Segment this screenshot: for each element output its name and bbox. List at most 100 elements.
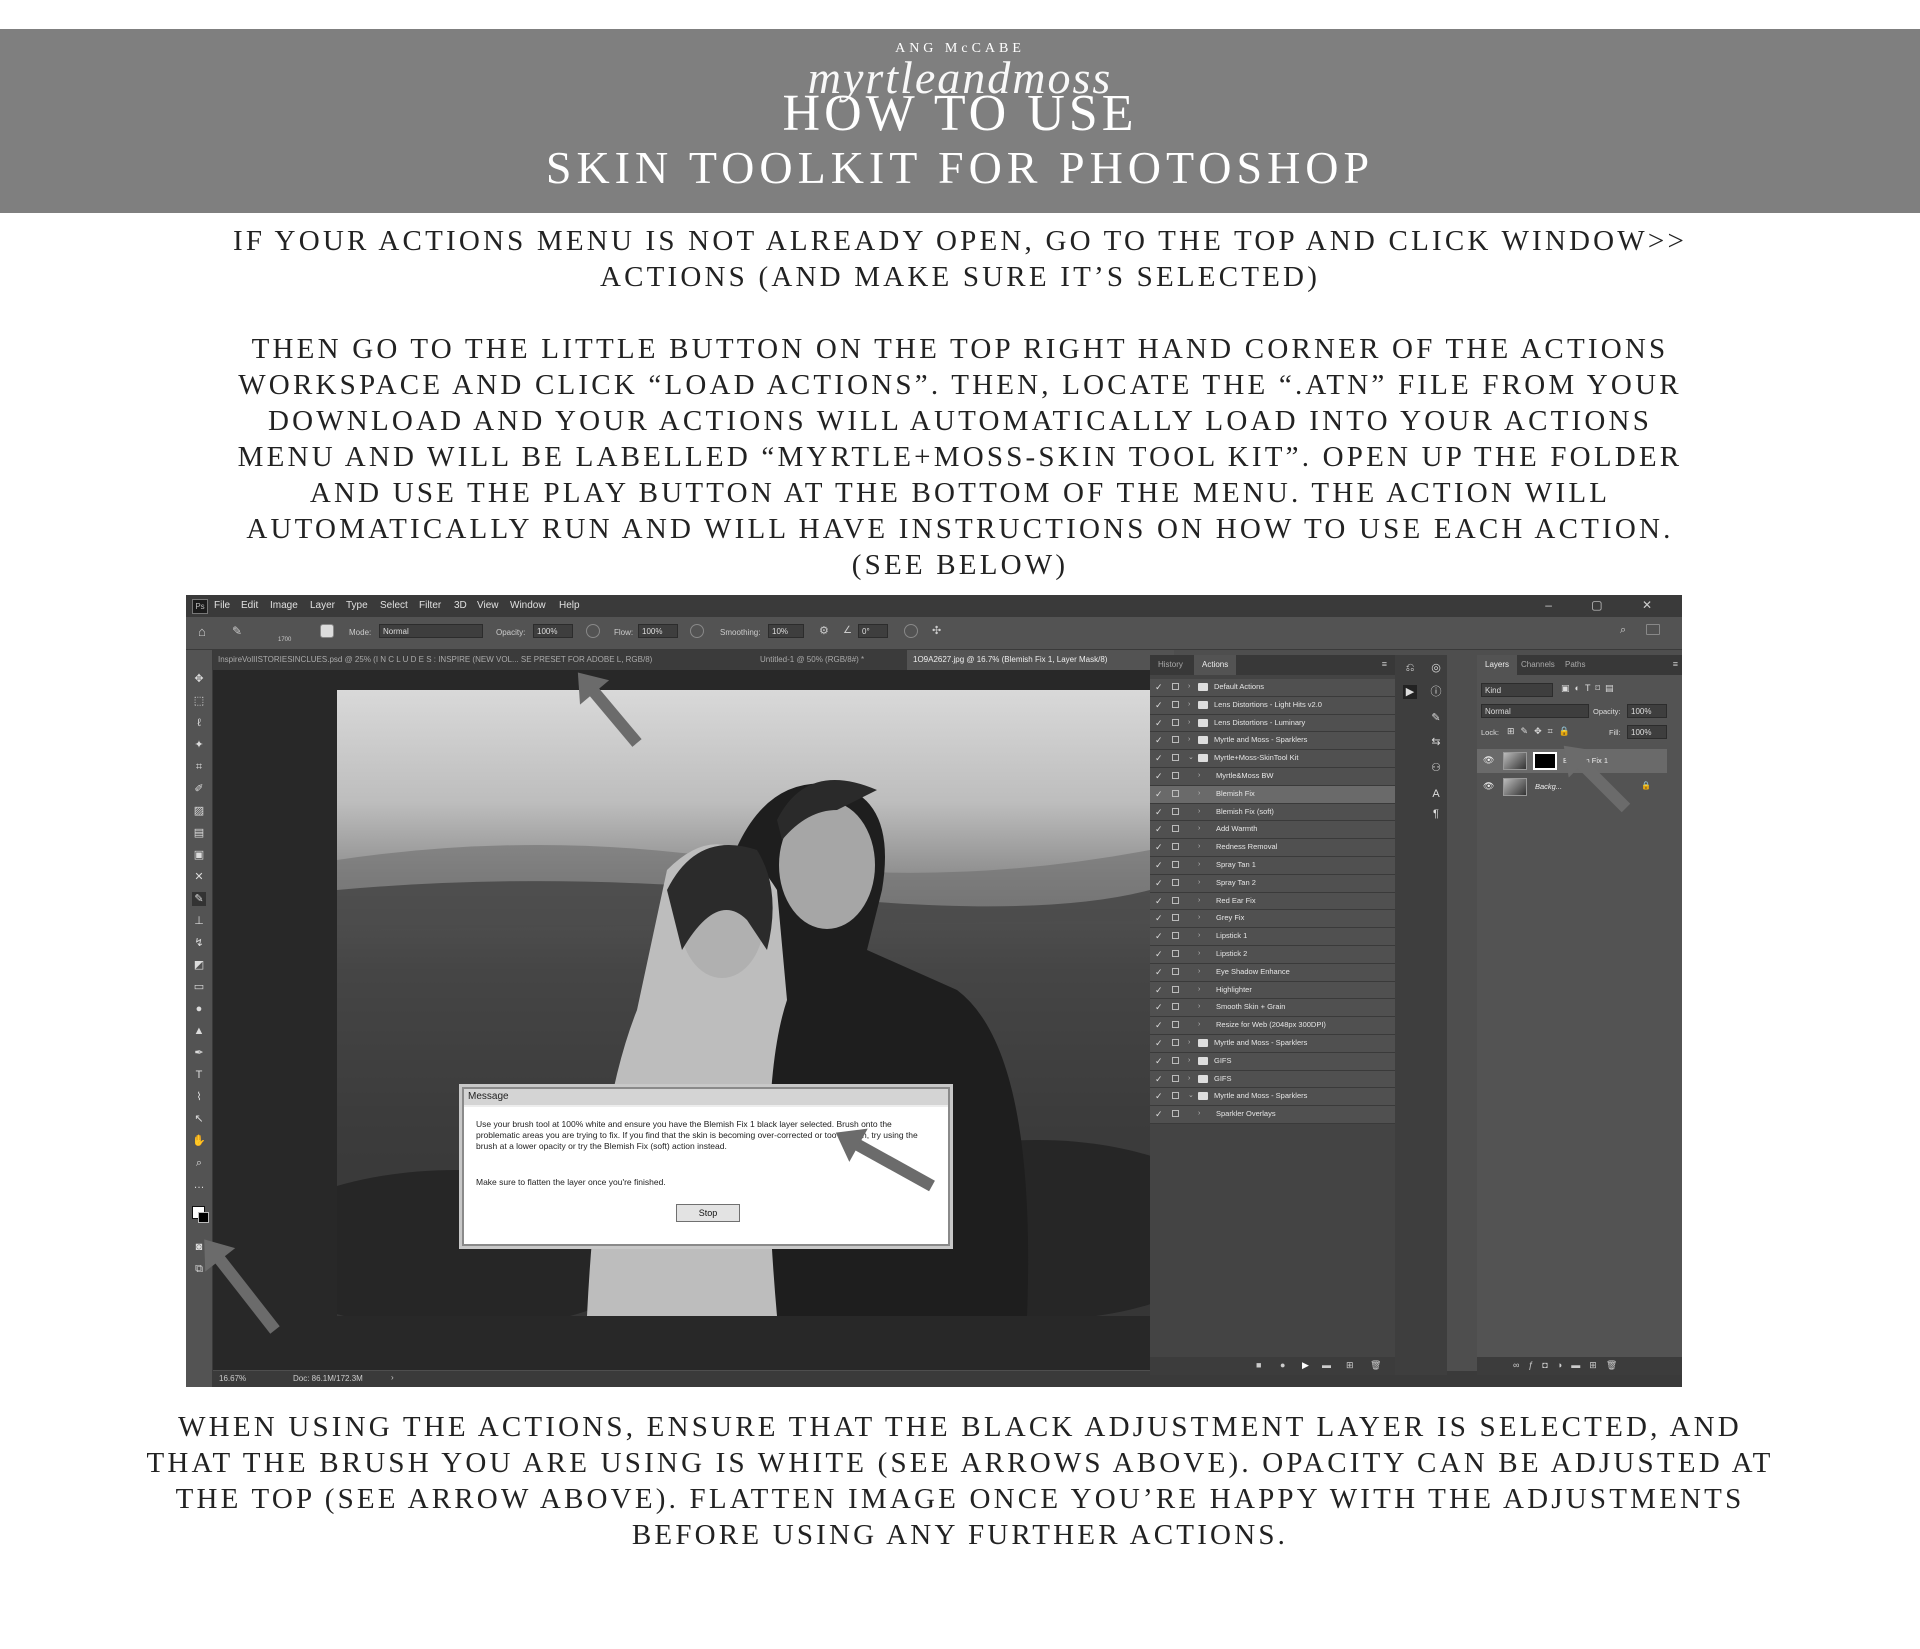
toggle-check-icon[interactable]: ✓ [1155, 999, 1163, 1016]
dialog-toggle-icon[interactable] [1172, 807, 1179, 815]
chevron-right-icon[interactable]: › [1198, 982, 1200, 999]
action-row[interactable]: ✓ › Spray Tan 2 [1150, 874, 1395, 893]
dialog-toggle-icon[interactable] [1172, 860, 1179, 868]
magic-wand-icon[interactable]: ✦ [192, 738, 206, 752]
chevron-right-icon[interactable]: › [1188, 715, 1190, 732]
visibility-eye-icon[interactable]: 👁 [1483, 755, 1494, 766]
toggle-check-icon[interactable]: ✓ [1155, 732, 1163, 749]
dialog-toggle-icon[interactable] [1172, 1110, 1179, 1118]
menu-window[interactable]: Window [510, 600, 546, 611]
brush-panel-icon[interactable] [320, 624, 334, 638]
dialog-toggle-icon[interactable] [1172, 949, 1179, 957]
menu-layer[interactable]: Layer [310, 600, 335, 611]
layers-menu-icon[interactable]: ≡ [1673, 659, 1678, 669]
eraser-icon[interactable]: ◩ [192, 958, 206, 972]
chevron-right-icon[interactable]: › [1198, 857, 1200, 874]
toggle-check-icon[interactable]: ✓ [1155, 1071, 1163, 1088]
chevron-right-icon[interactable]: › [1198, 928, 1200, 945]
toggle-check-icon[interactable]: ✓ [1155, 715, 1163, 732]
chevron-right-icon[interactable]: › [1198, 1106, 1200, 1123]
toggle-check-icon[interactable]: ✓ [1155, 1053, 1163, 1070]
layer-row-background[interactable]: 👁 Backg... 🔒 [1477, 775, 1667, 799]
smoothing-settings-gear-icon[interactable]: ⚙ [819, 624, 829, 637]
character-dock-icon[interactable]: A [1429, 787, 1443, 801]
dialog-toggle-icon[interactable] [1172, 967, 1179, 975]
dialog-toggle-icon[interactable] [1172, 825, 1179, 833]
menu-filter[interactable]: Filter [419, 600, 441, 611]
chevron-right-icon[interactable]: › [1188, 1071, 1190, 1088]
frame-tool-icon[interactable]: ▣ [192, 848, 206, 862]
toggle-check-icon[interactable]: ✓ [1155, 964, 1163, 981]
action-row[interactable]: ✓ › Eye Shadow Enhance [1150, 963, 1395, 982]
action-set-row[interactable]: ✓ › Lens Distortions - Light Hits v2.0 [1150, 696, 1395, 715]
window-controls[interactable]: – ▢ ✕ [1545, 598, 1670, 612]
action-row[interactable]: ✓ › Grey Fix [1150, 910, 1395, 929]
blend-mode-select[interactable]: Normal [1481, 704, 1589, 718]
action-set-row[interactable]: ✓ › Lens Distortions - Luminary [1150, 714, 1395, 733]
dialog-toggle-icon[interactable] [1172, 1074, 1179, 1082]
history-dock-icon[interactable]: ⎌ [1403, 661, 1417, 675]
new-set-folder-icon[interactable]: ▬ [1322, 1360, 1331, 1370]
transform-icon[interactable]: ✕ [192, 870, 206, 884]
chevron-right-icon[interactable]: › [1198, 786, 1200, 803]
action-set-row[interactable]: ✓ › Myrtle and Moss - Sparklers [1150, 1034, 1395, 1053]
paragraph-dock-icon[interactable]: ¶ [1429, 807, 1443, 821]
menu-select[interactable]: Select [380, 600, 408, 611]
action-row[interactable]: ✓ › Lipstick 1 [1150, 928, 1395, 946]
toggle-check-icon[interactable]: ✓ [1155, 679, 1163, 696]
tab-layers[interactable]: Layers [1477, 655, 1518, 675]
pressure-opacity-icon[interactable] [586, 624, 600, 638]
dialog-toggle-icon[interactable] [1172, 843, 1179, 851]
action-row[interactable]: ✓ › Lipstick 2 [1150, 945, 1395, 964]
toggle-check-icon[interactable]: ✓ [1155, 804, 1163, 821]
tab-history[interactable]: History [1150, 655, 1191, 675]
layer-kind-filter[interactable]: Kind [1481, 683, 1553, 697]
layer-action-icons[interactable]: ∞ƒ◘◑▬⊞🗑 [1513, 1360, 1626, 1371]
record-icon[interactable]: ● [1280, 1360, 1285, 1370]
visibility-eye-icon[interactable]: 👁 [1483, 781, 1494, 792]
new-action-icon[interactable]: ⊞ [1346, 1360, 1354, 1371]
color-dock-icon[interactable]: ◎ [1429, 661, 1443, 675]
toggle-check-icon[interactable]: ✓ [1155, 982, 1163, 999]
delete-trash-icon[interactable]: 🗑 [1370, 1360, 1381, 1371]
info-dock-icon[interactable]: ⓘ [1429, 685, 1443, 699]
clone-stamp-icon[interactable]: ⊥ [192, 914, 206, 928]
chevron-right-icon[interactable]: › [1198, 946, 1200, 963]
chevron-down-icon[interactable]: ⌄ [1188, 1088, 1194, 1105]
tab-channels[interactable]: Channels [1513, 655, 1563, 675]
chevron-right-icon[interactable]: › [1198, 910, 1200, 927]
properties-dock-icon[interactable]: ⚇ [1429, 761, 1443, 775]
dialog-toggle-icon[interactable] [1172, 700, 1179, 708]
dialog-toggle-icon[interactable] [1172, 1021, 1179, 1029]
action-set-row[interactable]: ✓ › GIFS [1150, 1070, 1395, 1089]
action-row[interactable]: ✓ › Myrtle&Moss BW [1150, 767, 1395, 786]
lasso-tool-icon[interactable]: ℓ [192, 716, 206, 730]
menu-help[interactable]: Help [559, 600, 580, 611]
tab-active-image[interactable]: 1O9A2627.jpg @ 16.7% (Blemish Fix 1, Lay… [907, 650, 1174, 670]
dialog-toggle-icon[interactable] [1172, 896, 1179, 904]
dialog-toggle-icon[interactable] [1172, 914, 1179, 922]
smoothing-input[interactable]: 10% [768, 624, 804, 638]
marquee-tool-icon[interactable]: ⬚ [192, 694, 206, 708]
menu-image[interactable]: Image [270, 600, 298, 611]
toggle-check-icon[interactable]: ✓ [1155, 857, 1163, 874]
toggle-check-icon[interactable]: ✓ [1155, 750, 1163, 767]
dialog-toggle-icon[interactable] [1172, 1056, 1179, 1064]
layer-filter-icons[interactable]: ▣◐T⌑▤ [1561, 683, 1619, 694]
toggle-check-icon[interactable]: ✓ [1155, 839, 1163, 856]
action-set-row[interactable]: ✓ › Default Actions [1150, 679, 1395, 697]
action-set-row[interactable]: ✓ ⌄ Myrtle and Moss - Sparklers [1150, 1088, 1395, 1107]
chevron-right-icon[interactable]: › [1188, 679, 1190, 696]
actions-play-dock-icon[interactable]: ▶ [1403, 685, 1417, 699]
chevron-right-icon[interactable]: › [1198, 964, 1200, 981]
tab-actions[interactable]: Actions [1194, 655, 1237, 675]
dialog-toggle-icon[interactable] [1172, 771, 1179, 779]
dialog-toggle-icon[interactable] [1172, 1038, 1179, 1046]
history-brush-icon[interactable]: ↯ [192, 936, 206, 950]
action-row[interactable]: ✓ › Redness Removal [1150, 839, 1395, 857]
brush-tool-active-icon[interactable]: ✎ [192, 892, 206, 906]
healing-brush-icon[interactable]: ▨ [192, 804, 206, 818]
patch-tool-icon[interactable]: ▤ [192, 826, 206, 840]
direct-selection-icon[interactable]: ↖ [192, 1112, 206, 1126]
home-icon[interactable]: ⌂ [198, 624, 206, 639]
